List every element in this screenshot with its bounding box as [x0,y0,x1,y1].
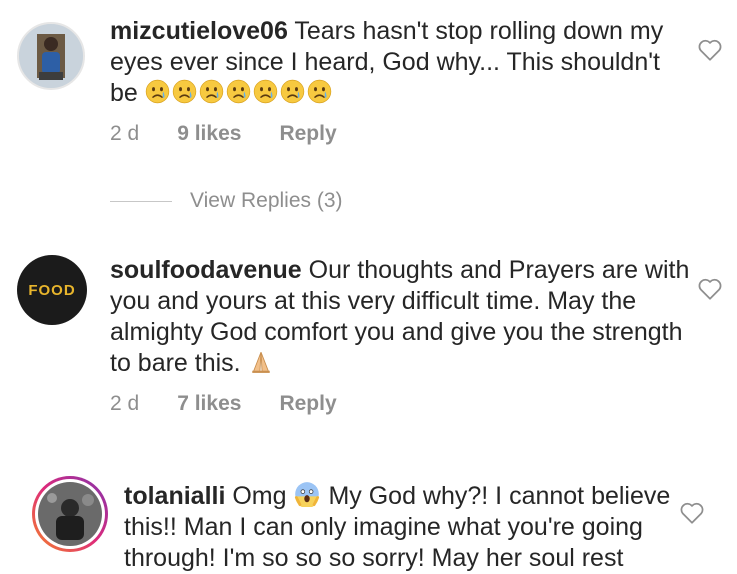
profile-photo-icon [38,482,102,546]
like-heart-icon[interactable] [697,277,723,301]
comment-body-start: Omg [232,482,287,510]
crying-emoji-icons [145,79,334,107]
crying-face-emoji-icon [307,79,331,104]
praying-hands-icon [251,352,270,373]
screaming-face-emoji-icon [294,482,319,507]
avatar-story-ring[interactable] [32,476,108,552]
comment-username[interactable]: soulfoodavenue [110,256,302,284]
avatar[interactable] [17,22,85,90]
comment-meta: 2 d 7 likes Reply [110,392,375,416]
crying-face-emoji-icon [172,79,196,104]
reply-button[interactable]: Reply [279,122,336,146]
comment-meta: 2 d 9 likes Reply [110,122,375,146]
crying-face-emoji-icon [280,79,304,104]
crying-face-emoji-icon [253,79,277,104]
comment-username[interactable]: mizcutielove06 [110,17,288,45]
comment-text: mizcutielove06 Tears hasn't stop rolling… [110,16,670,109]
reply-button[interactable]: Reply [279,392,336,416]
comment-age: 2 d [110,122,140,145]
avatar[interactable]: FOOD [17,255,87,325]
comment-age: 2 d [110,392,140,415]
comment-username[interactable]: tolanialli [124,482,225,510]
crying-face-emoji-icon [145,79,169,104]
avatar-ring-gap [35,479,105,549]
comment-text: soulfoodavenue Our thoughts and Prayers … [110,255,690,379]
likes-count[interactable]: 9 likes [177,122,241,146]
like-heart-icon[interactable] [697,38,723,62]
likes-count[interactable]: 7 likes [177,392,241,416]
like-heart-icon[interactable] [679,501,705,525]
crying-face-emoji-icon [199,79,223,104]
avatar-logo-text: FOOD [28,281,76,299]
divider-line [110,200,172,202]
comment-text: tolanialli Omg My God why?! I cannot bel… [124,481,684,574]
view-replies-button[interactable]: View Replies (3) [110,186,343,216]
crying-face-emoji-icon [226,79,250,104]
profile-photo-icon [19,24,83,88]
view-replies-label[interactable]: View Replies (3) [190,189,343,213]
